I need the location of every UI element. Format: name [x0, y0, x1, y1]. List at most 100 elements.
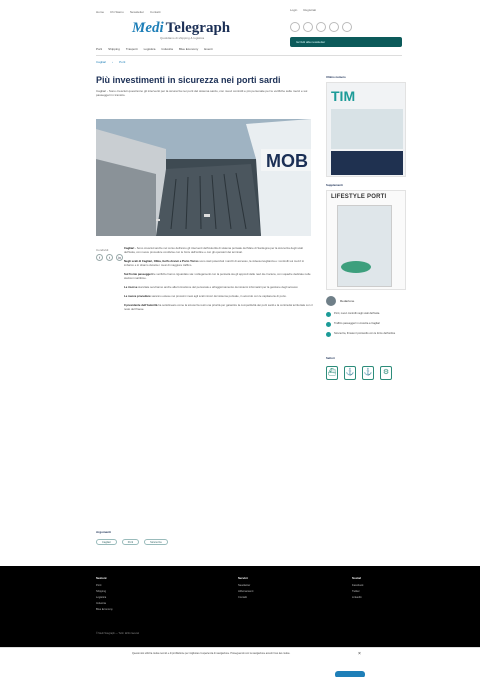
article-body: Cagliari - Sono cresciuti anche nel cors… — [124, 246, 314, 316]
article-paragraph: Le risorse stanziate serviranno anche al… — [124, 285, 314, 289]
subscribe-label: Iscriviti alla newsletter — [296, 40, 326, 44]
author-box[interactable]: Redazione — [326, 296, 354, 306]
paragraph-lead: Le nuove procedure — [124, 294, 152, 298]
breadcrumb-separator: › — [112, 60, 114, 64]
facebook-icon[interactable]: f — [96, 254, 103, 261]
breadcrumb-item[interactable]: Porti — [119, 60, 125, 64]
footer-link[interactable]: Abbonamenti — [238, 590, 253, 593]
avatar — [326, 296, 336, 306]
accept-cookies-button[interactable] — [335, 671, 365, 677]
social-icons-row — [290, 22, 352, 32]
sidebar-section-label: Ultimo numero — [326, 75, 346, 79]
footer-link[interactable]: Industria — [96, 602, 113, 605]
nav-item[interactable]: Shipping — [108, 47, 120, 51]
article-title: Più investimenti in sicurezza nei porti … — [96, 75, 281, 85]
tags-label: Argomenti — [96, 530, 111, 534]
magazine-cover-image — [331, 109, 403, 149]
related-list: Porti, nuovi controlli negli scali dell'… — [326, 312, 406, 342]
sidebar-section-label: Supplementi — [326, 183, 343, 187]
breadcrumb-item[interactable]: Cagliari — [96, 60, 106, 64]
nav-item[interactable]: Blue Economy — [179, 47, 198, 51]
login-link[interactable]: Login — [290, 8, 297, 12]
bullet-icon — [326, 332, 331, 337]
supplement-ad[interactable]: LIFESTYLE PORTI — [326, 190, 406, 290]
social-icon[interactable] — [316, 22, 326, 32]
nav-divider — [96, 55, 402, 56]
close-icon[interactable]: × — [358, 651, 361, 657]
top-link-contacts[interactable]: Contatti — [150, 10, 160, 14]
social-icon[interactable] — [303, 22, 313, 32]
nav-item[interactable]: Trasporti — [126, 47, 138, 51]
supplement-title: LIFESTYLE PORTI — [331, 194, 387, 200]
article-paragraph: Negli scali di Cagliari, Olbia, Golfo Ar… — [124, 259, 314, 267]
footer-heading: Servizi — [238, 576, 248, 580]
port-icon[interactable]: ⚓ — [344, 366, 356, 380]
footer-link[interactable]: Facebook — [352, 584, 363, 587]
logo-text-telegraph: Telegraph — [165, 20, 231, 36]
nav-item[interactable]: Eventi — [204, 47, 212, 51]
footer-link[interactable]: Logistica — [96, 596, 113, 599]
list-item[interactable]: Sicurezza, firmato il protocollo con le … — [326, 332, 406, 337]
author-name: Redazione — [340, 299, 355, 303]
tag-chip[interactable]: Sicurezza — [144, 539, 168, 545]
top-link-newsletter[interactable]: Newsletter — [130, 10, 144, 14]
bullet-icon — [326, 322, 331, 327]
top-link-home[interactable]: Home — [96, 10, 104, 14]
footer-link[interactable]: Porti — [96, 584, 113, 587]
cookie-banner: Questo sito utilizza cookie tecnici e di… — [0, 647, 480, 677]
footer-link[interactable]: LinkedIn — [352, 596, 363, 599]
ship-photo: MOB — [96, 119, 311, 236]
tag-chip[interactable]: Porti — [121, 539, 140, 545]
top-link-about[interactable]: Chi Siamo — [110, 10, 124, 14]
article-hero-image: MOB — [96, 119, 311, 236]
ship-icon[interactable]: ⛴ — [326, 366, 338, 380]
footer-link[interactable]: Contatti — [238, 596, 253, 599]
footer-copyright: © Medi Telegraph — Tutti i diritti riser… — [96, 632, 139, 635]
footer-link[interactable]: Newsletter — [238, 584, 253, 587]
article-paragraph: Sul fronte passeggeri le verifiche hanno… — [124, 272, 314, 280]
industry-icon[interactable]: ⚙ — [380, 366, 392, 380]
related-title: Porti, nuovi controlli negli scali dell'… — [334, 312, 380, 315]
anchor-icon[interactable]: ⚓ — [362, 366, 374, 380]
paragraph-text: saranno estese nei prossimi mesi agli sc… — [151, 294, 287, 298]
social-icon[interactable] — [290, 22, 300, 32]
social-icon[interactable] — [342, 22, 352, 32]
site-logo[interactable]: Medi Telegraph — [132, 20, 230, 37]
paragraph-text: stanziate serviranno anche alla formazio… — [138, 285, 299, 289]
magazine-ad[interactable]: TIM — [326, 82, 406, 177]
magazine-promo-image — [331, 151, 403, 175]
bullet-icon — [326, 312, 331, 317]
footer-link[interactable]: Twitter — [352, 590, 363, 593]
footer-column: Sezioni Porti Shipping Logistica Industr… — [96, 576, 113, 614]
article-paragraph: Il presidente dell'Autorità ha sottoline… — [124, 303, 314, 311]
related-title: Sicurezza, firmato il protocollo con le … — [334, 332, 396, 335]
twitter-icon[interactable]: t — [106, 254, 113, 261]
nav-item[interactable]: Porti — [96, 47, 102, 51]
nav-item[interactable]: Logistica — [144, 47, 156, 51]
tags-list: Cagliari Porti Sicurezza — [96, 539, 168, 545]
footer-link[interactable]: Blue Economy — [96, 608, 113, 611]
register-link[interactable]: Registrati — [303, 8, 316, 12]
cookie-text: Questo sito utilizza cookie tecnici e di… — [132, 652, 291, 655]
footer-column: Social Facebook Twitter LinkedIn — [352, 576, 363, 602]
related-title: Traffico passeggeri in crescita a Caglia… — [334, 322, 380, 325]
top-utility-bar: Home Chi Siamo Newsletter Contatti — [96, 8, 410, 16]
newsletter-subscribe-button[interactable]: Iscriviti alla newsletter — [290, 37, 402, 47]
tag-chip[interactable]: Cagliari — [96, 539, 117, 545]
article-paragraph: Le nuove procedure saranno estese nei pr… — [124, 294, 314, 298]
account-links: Login Registrati — [290, 8, 316, 12]
site-tagline: Quotidiano di shipping & logistica — [160, 36, 205, 40]
nav-item[interactable]: Industria — [161, 47, 173, 51]
footer-link[interactable]: Shipping — [96, 590, 113, 593]
social-icon[interactable] — [329, 22, 339, 32]
list-item[interactable]: Porti, nuovi controlli negli scali dell'… — [326, 312, 406, 317]
footer-heading: Sezioni — [96, 576, 107, 580]
footer-column: Servizi Newsletter Abbonamenti Contatti — [238, 576, 253, 602]
list-item[interactable]: Traffico passeggeri in crescita a Caglia… — [326, 322, 406, 327]
sectors-label: Settori — [326, 356, 335, 360]
article-lead: Cagliari - Sono cresciuti quest'anno gli… — [96, 89, 308, 97]
share-buttons: f t in — [96, 254, 123, 261]
article-paragraph: Cagliari - Sono cresciuti anche nel cors… — [124, 246, 314, 254]
magazine-title: TIM — [331, 88, 356, 104]
linkedin-icon[interactable]: in — [116, 254, 123, 261]
